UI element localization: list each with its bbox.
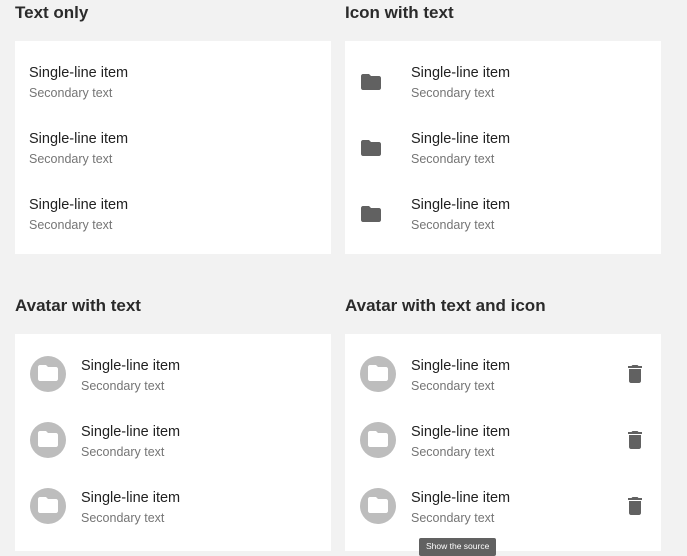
- list-card-text-only: Single-line item Secondary text Single-l…: [15, 41, 331, 254]
- folder-icon: [361, 74, 381, 90]
- primary-text: Single-line item: [81, 358, 181, 374]
- list-item[interactable]: Single-line item Secondary text: [345, 348, 661, 414]
- list-item[interactable]: Single-line item Secondary text: [345, 414, 661, 480]
- section-title-icon-with-text: Icon with text: [345, 3, 454, 22]
- section-title-text-only: Text only: [15, 3, 89, 22]
- secondary-text: Secondary text: [29, 152, 113, 166]
- section-title-avatar-with-text-and-icon: Avatar with text and icon: [345, 296, 546, 315]
- show-source-tooltip[interactable]: Show the source: [419, 538, 497, 556]
- primary-text: Single-line item: [411, 490, 511, 506]
- list-item[interactable]: Single-line item Secondary text: [15, 480, 331, 546]
- folder-icon: [361, 206, 381, 222]
- primary-text: Single-line item: [411, 65, 511, 81]
- list-item[interactable]: Single-line item Secondary text: [15, 414, 331, 480]
- folder-icon: [361, 140, 381, 156]
- secondary-text: Secondary text: [29, 218, 113, 232]
- list-item[interactable]: Single-line item Secondary text: [15, 55, 331, 121]
- avatar: [360, 422, 396, 458]
- primary-text: Single-line item: [81, 490, 181, 506]
- avatar: [30, 356, 66, 392]
- secondary-text: Secondary text: [29, 86, 113, 100]
- avatar: [30, 422, 66, 458]
- avatar: [30, 488, 66, 524]
- avatar: [360, 356, 396, 392]
- trash-icon[interactable]: [628, 431, 642, 449]
- primary-text: Single-line item: [411, 197, 511, 213]
- primary-text: Single-line item: [29, 65, 129, 81]
- folder-icon: [38, 365, 58, 381]
- section-title-avatar-with-text: Avatar with text: [15, 296, 141, 315]
- list-item[interactable]: Single-line item Secondary text: [15, 348, 331, 414]
- secondary-text: Secondary text: [411, 218, 495, 232]
- primary-text: Single-line item: [411, 424, 511, 440]
- secondary-text: Secondary text: [411, 445, 495, 459]
- list-item[interactable]: Single-line item Secondary text: [345, 121, 661, 187]
- trash-icon[interactable]: [628, 365, 642, 383]
- secondary-text: Secondary text: [411, 152, 495, 166]
- folder-icon: [368, 365, 388, 381]
- list-item[interactable]: Single-line item Secondary text: [345, 480, 661, 546]
- secondary-text: Secondary text: [81, 379, 165, 393]
- list-card-icon-with-text: Single-line item Secondary text Single-l…: [345, 41, 661, 254]
- list-card-avatar-with-text-and-icon: Single-line item Secondary text Single-l…: [345, 334, 661, 551]
- secondary-text: Secondary text: [81, 511, 165, 525]
- primary-text: Single-line item: [29, 197, 129, 213]
- list-item[interactable]: Single-line item Secondary text: [15, 187, 331, 253]
- secondary-text: Secondary text: [81, 445, 165, 459]
- folder-icon: [38, 431, 58, 447]
- primary-text: Single-line item: [411, 358, 511, 374]
- folder-icon: [368, 497, 388, 513]
- primary-text: Single-line item: [29, 131, 129, 147]
- avatar: [360, 488, 396, 524]
- secondary-text: Secondary text: [411, 511, 495, 525]
- folder-icon: [38, 497, 58, 513]
- secondary-text: Secondary text: [411, 379, 495, 393]
- list-item[interactable]: Single-line item Secondary text: [345, 55, 661, 121]
- primary-text: Single-line item: [81, 424, 181, 440]
- list-item[interactable]: Single-line item Secondary text: [345, 187, 661, 253]
- list-card-avatar-with-text: Single-line item Secondary text Single-l…: [15, 334, 331, 551]
- list-item[interactable]: Single-line item Secondary text: [15, 121, 331, 187]
- folder-icon: [368, 431, 388, 447]
- primary-text: Single-line item: [411, 131, 511, 147]
- secondary-text: Secondary text: [411, 86, 495, 100]
- trash-icon[interactable]: [628, 497, 642, 515]
